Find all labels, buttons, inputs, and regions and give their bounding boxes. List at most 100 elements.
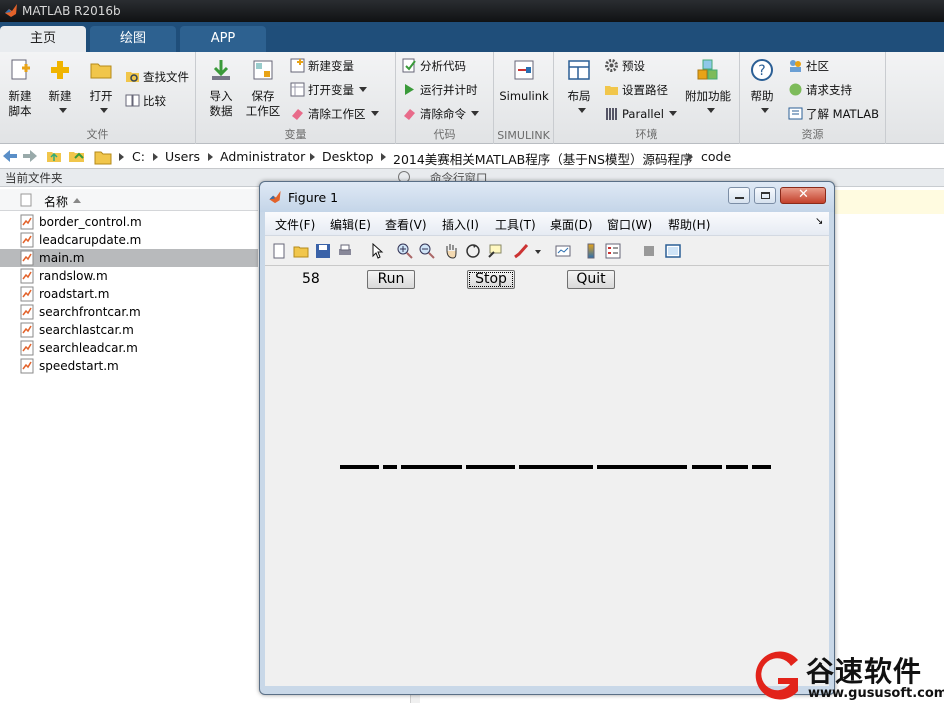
file-list-item[interactable]: leadcarupdate.m bbox=[0, 231, 258, 249]
minimize-button[interactable] bbox=[728, 187, 750, 204]
file-list-item[interactable]: border_control.m bbox=[0, 213, 258, 231]
legend-icon[interactable] bbox=[605, 243, 621, 259]
parallel-button[interactable]: Parallel bbox=[604, 105, 677, 123]
group-environment: 布局 预设 设置路径 Parallel 附加功能 环境 bbox=[554, 52, 740, 144]
breadcrumb-project-folder[interactable]: 2014美赛相关MATLAB程序（基于NS模型）源码程序 bbox=[393, 149, 692, 168]
compare-button[interactable]: 比较 bbox=[125, 92, 166, 110]
pointer-icon[interactable] bbox=[369, 243, 385, 259]
new-button[interactable]: 新建 bbox=[42, 58, 78, 119]
import-data-button[interactable]: 导入 数据 bbox=[204, 58, 238, 119]
menu-overflow-icon[interactable]: ↘ bbox=[815, 216, 823, 227]
colorbar-icon[interactable] bbox=[583, 243, 599, 259]
menu-edit[interactable]: 编辑(E) bbox=[330, 216, 371, 233]
run-button[interactable]: Run bbox=[367, 270, 415, 289]
simulink-button[interactable]: Simulink bbox=[498, 58, 550, 104]
link-plot-icon[interactable] bbox=[555, 243, 571, 259]
back-arrow-icon[interactable] bbox=[2, 149, 18, 163]
import-icon bbox=[212, 60, 230, 80]
browse-folder-icon[interactable] bbox=[68, 148, 86, 164]
new-script-button[interactable]: 新建 脚本 bbox=[4, 58, 36, 119]
breadcrumb-code[interactable]: code bbox=[701, 149, 731, 164]
matlab-logo-icon bbox=[5, 4, 17, 17]
m-file-icon bbox=[20, 232, 34, 248]
file-list-item[interactable]: searchleadcar.m bbox=[0, 339, 258, 357]
file-name: randslow.m bbox=[39, 269, 108, 283]
addons-button[interactable]: 附加功能 bbox=[682, 58, 734, 119]
preferences-button[interactable]: 预设 bbox=[604, 57, 645, 75]
forward-arrow-icon[interactable] bbox=[22, 149, 38, 163]
find-files-button[interactable]: 查找文件 bbox=[125, 68, 189, 86]
file-list-item[interactable]: searchlastcar.m bbox=[0, 321, 258, 339]
menu-file[interactable]: 文件(F) bbox=[275, 216, 315, 233]
chevron-down-icon bbox=[471, 111, 479, 116]
stop-button[interactable]: Stop bbox=[467, 270, 515, 289]
breadcrumb-c[interactable]: C: bbox=[132, 149, 145, 164]
save-workspace-button[interactable]: 保存 工作区 bbox=[244, 58, 282, 119]
menu-desktop[interactable]: 桌面(D) bbox=[550, 216, 593, 233]
tab-apps[interactable]: APP bbox=[180, 26, 266, 52]
zoom-out-icon[interactable] bbox=[419, 243, 435, 259]
open-variable-icon bbox=[290, 82, 305, 97]
learn-matlab-button[interactable]: 了解 MATLAB bbox=[788, 105, 879, 123]
rotate-3d-icon[interactable] bbox=[465, 243, 481, 259]
new-figure-icon[interactable] bbox=[271, 243, 287, 259]
run-and-time-button[interactable]: 运行并计时 bbox=[402, 81, 478, 99]
menu-window[interactable]: 窗口(W) bbox=[607, 216, 652, 233]
file-list-item[interactable]: searchfrontcar.m bbox=[0, 303, 258, 321]
menu-help[interactable]: 帮助(H) bbox=[668, 216, 710, 233]
community-button[interactable]: 社区 bbox=[788, 57, 829, 75]
car-segment bbox=[340, 465, 379, 469]
group-file-label: 文件 bbox=[86, 128, 109, 141]
open-file-icon[interactable] bbox=[293, 243, 309, 259]
menu-tools[interactable]: 工具(T) bbox=[495, 216, 536, 233]
menu-view[interactable]: 查看(V) bbox=[385, 216, 427, 233]
group-simulink: Simulink SIMULINK bbox=[494, 52, 554, 144]
clear-workspace-button[interactable]: 清除工作区 bbox=[290, 105, 379, 123]
watermark-brand: 谷速软件 bbox=[806, 655, 923, 688]
menu-insert[interactable]: 插入(I) bbox=[442, 216, 479, 233]
matlab-logo-icon bbox=[269, 190, 281, 204]
figure-canvas[interactable]: 58 Run Stop Quit bbox=[265, 266, 829, 686]
layout-button[interactable]: 布局 bbox=[562, 58, 596, 119]
breadcrumb-users[interactable]: Users bbox=[165, 149, 200, 164]
file-name: border_control.m bbox=[39, 215, 142, 229]
save-icon[interactable] bbox=[315, 243, 331, 259]
file-list-item[interactable]: speedstart.m bbox=[0, 357, 258, 375]
open-variable-button[interactable]: 打开变量 bbox=[290, 81, 367, 99]
breadcrumb-desktop[interactable]: Desktop bbox=[322, 149, 374, 164]
pan-hand-icon[interactable] bbox=[443, 243, 459, 259]
clear-commands-button[interactable]: 清除命令 bbox=[402, 105, 479, 123]
column-name-header[interactable]: 名称 bbox=[44, 193, 68, 210]
file-list-item[interactable]: roadstart.m bbox=[0, 285, 258, 303]
figure-title-bar[interactable]: Figure 1 ✕ bbox=[260, 182, 834, 212]
file-list-item[interactable]: randslow.m bbox=[0, 267, 258, 285]
close-button[interactable]: ✕ bbox=[780, 187, 826, 204]
new-variable-button[interactable]: 新建变量 bbox=[290, 57, 354, 75]
show-plot-tools-icon[interactable] bbox=[665, 243, 681, 259]
breadcrumb-administrator[interactable]: Administrator bbox=[220, 149, 305, 164]
file-name: leadcarupdate.m bbox=[39, 233, 142, 247]
analyze-code-button[interactable]: 分析代码 bbox=[402, 57, 466, 75]
maximize-button[interactable] bbox=[754, 187, 776, 204]
data-cursor-icon[interactable] bbox=[487, 243, 503, 259]
print-icon[interactable] bbox=[337, 243, 353, 259]
quit-button[interactable]: Quit bbox=[567, 270, 615, 289]
learn-icon bbox=[788, 107, 803, 120]
chevron-down-icon bbox=[706, 108, 715, 113]
zoom-in-icon[interactable] bbox=[397, 243, 413, 259]
up-folder-icon[interactable] bbox=[46, 148, 62, 164]
watermark: 谷速软件 www.gususoft.com bbox=[748, 648, 944, 703]
help-button[interactable]: ? 帮助 bbox=[746, 58, 778, 119]
folder-icon bbox=[94, 151, 112, 165]
step-counter: 58 bbox=[302, 271, 320, 287]
group-simulink-label: SIMULINK bbox=[497, 129, 550, 142]
file-list-item[interactable]: main.m bbox=[0, 249, 258, 267]
open-button[interactable]: 打开 bbox=[84, 58, 118, 119]
tab-plots[interactable]: 绘图 bbox=[90, 26, 176, 52]
request-support-button[interactable]: 请求支持 bbox=[788, 81, 852, 99]
brush-icon[interactable] bbox=[513, 243, 529, 259]
set-path-button[interactable]: 设置路径 bbox=[604, 81, 668, 99]
hide-plot-tools-icon[interactable] bbox=[641, 243, 657, 259]
chevron-down-icon[interactable] bbox=[535, 250, 541, 254]
tab-home[interactable]: 主页 bbox=[0, 26, 86, 52]
